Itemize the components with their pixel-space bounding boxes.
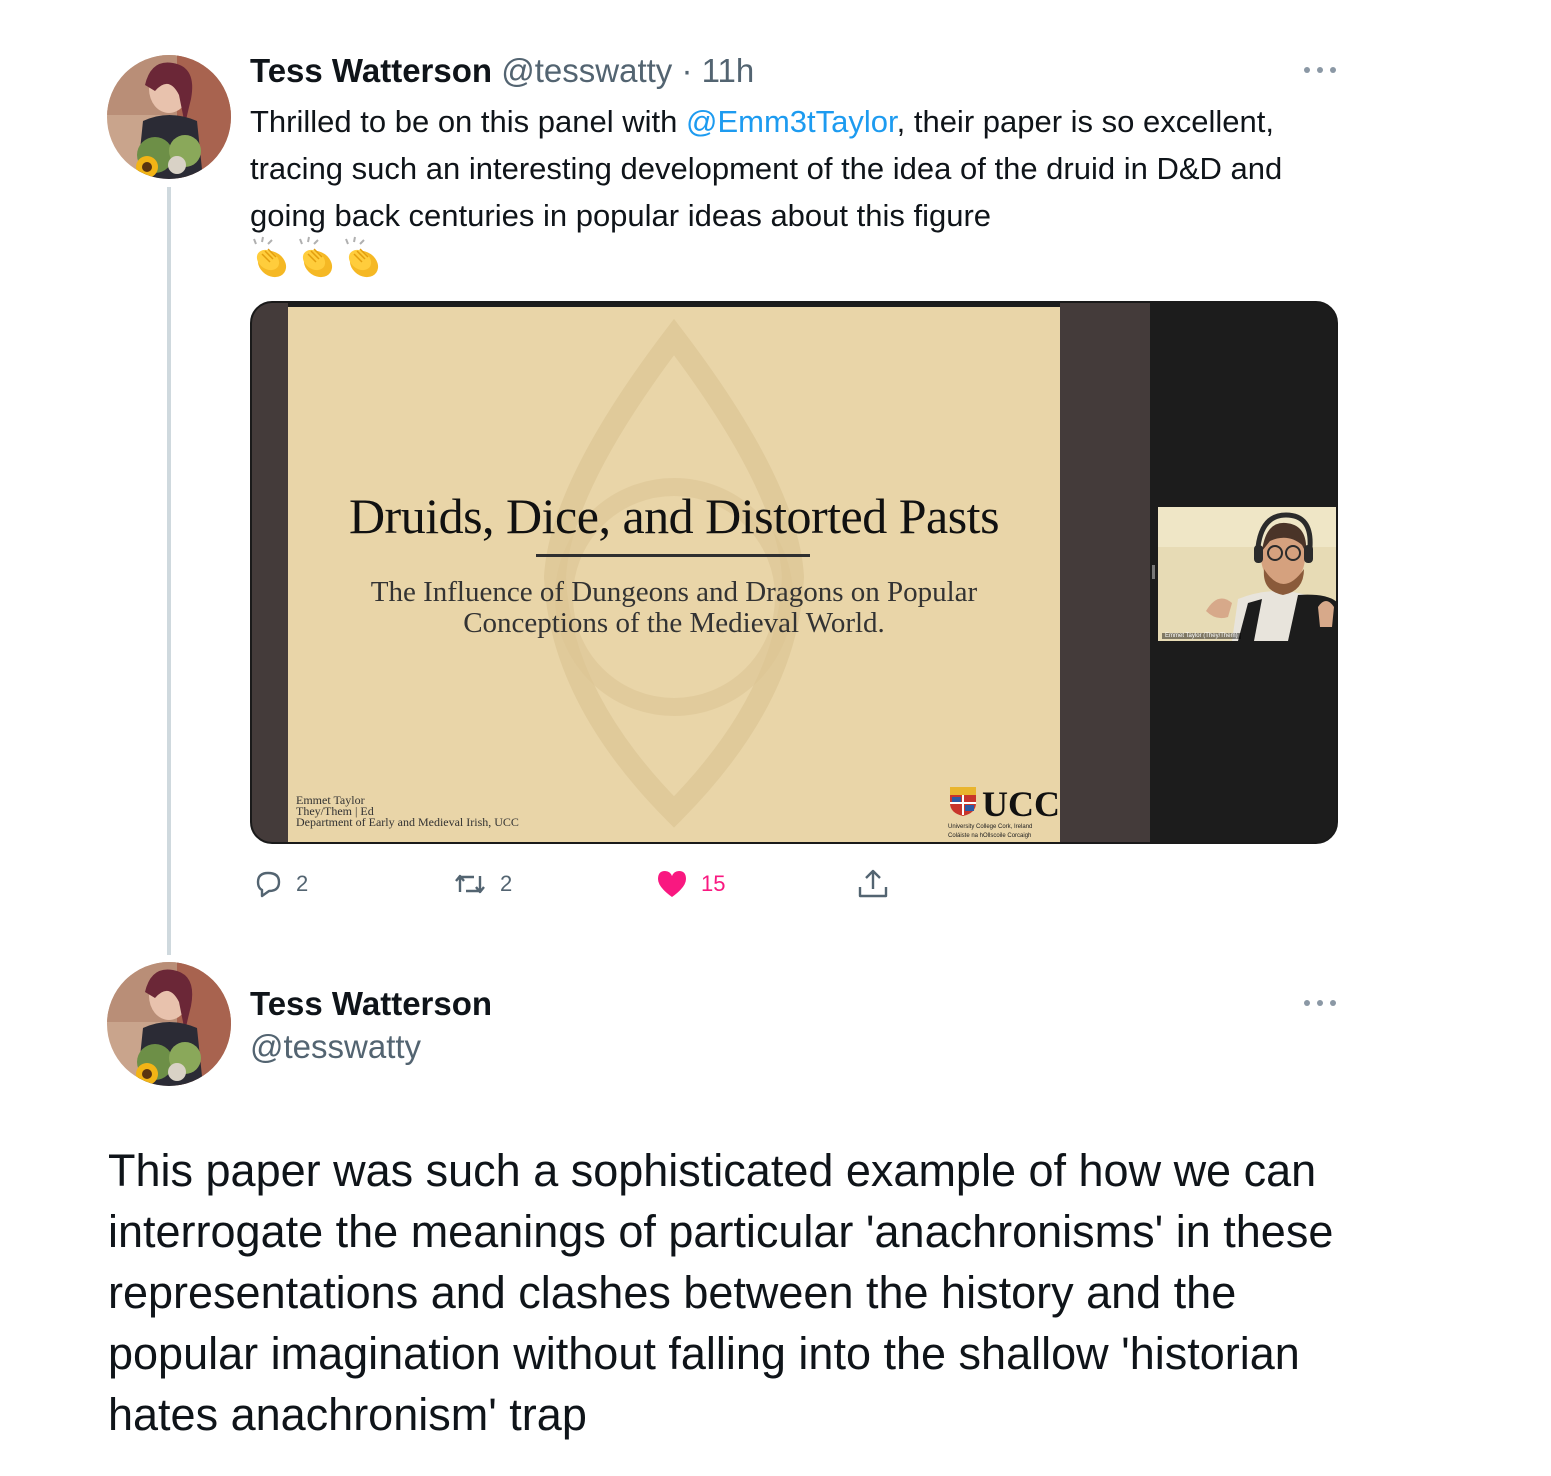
tweet-media-image[interactable]: Druids, Dice, and Distorted Pasts The In… — [250, 301, 1338, 844]
share-icon — [856, 867, 890, 901]
retweet-button[interactable]: 2 — [452, 866, 512, 902]
slide-divider — [536, 554, 810, 557]
crest-icon — [948, 785, 978, 822]
tweet-header: Tess Watterson @tesswatty · 11h — [250, 52, 754, 90]
screen-border — [252, 303, 288, 842]
tweet-timestamp[interactable]: 11h — [702, 52, 755, 89]
slide-subtitle: The Influence of Dungeons and Dragons on… — [370, 576, 978, 639]
like-count: 15 — [701, 871, 726, 896]
thread-connector-line — [167, 187, 171, 955]
ucc-logo: UCC University College Cork, Ireland Col… — [948, 783, 1060, 840]
mention-link[interactable]: @Emm3tTaylor — [686, 104, 897, 139]
author-name[interactable]: Tess Watterson — [250, 52, 492, 89]
tweet-text-part: Thrilled to be on this panel with — [250, 104, 686, 139]
author-handle[interactable]: @tesswatty — [250, 1028, 421, 1066]
video-participant-tile: Emmet Taylor (They/Them) — [1158, 507, 1336, 641]
panel-resize-handle — [1152, 565, 1155, 579]
more-options-icon[interactable] — [1300, 60, 1340, 80]
author-handle[interactable]: @tesswatty — [501, 52, 672, 89]
participant-video — [1158, 507, 1336, 641]
ucc-logo-text: UCC — [982, 783, 1060, 824]
retweet-count: 2 — [500, 871, 513, 896]
reply-count: 2 — [296, 871, 309, 896]
more-options-icon[interactable] — [1300, 993, 1340, 1013]
heart-icon — [655, 868, 689, 900]
clapping-hands-icon — [296, 236, 340, 280]
reply-button[interactable]: 2 — [252, 866, 308, 902]
avatar[interactable] — [107, 962, 231, 1086]
reply-icon — [252, 868, 284, 900]
presentation-slide: Druids, Dice, and Distorted Pasts The In… — [288, 307, 1060, 842]
slide-title: Druids, Dice, and Distorted Pasts — [348, 488, 1000, 544]
slide-author-info: Emmet Taylor They/Them | Ed Department o… — [296, 794, 519, 829]
clapping-hands-icon — [250, 236, 294, 280]
like-button[interactable]: 15 — [655, 866, 725, 902]
participant-name-label: Emmet Taylor (They/Them) — [1162, 633, 1241, 639]
emoji-row — [250, 236, 386, 280]
avatar[interactable] — [107, 55, 231, 179]
share-button[interactable] — [856, 866, 890, 902]
retweet-icon — [452, 868, 488, 900]
screen-border — [1060, 303, 1150, 842]
author-name[interactable]: Tess Watterson — [250, 985, 492, 1023]
ucc-logo-subtitle: University College Cork, Ireland — [948, 824, 1033, 830]
separator-dot: · — [681, 52, 693, 89]
ucc-logo-subtitle-irish: Coláiste na hOllscoile Corcaigh — [948, 833, 1032, 839]
tweet-text: This paper was such a sophisticated exam… — [108, 1145, 1334, 1440]
tweet-text: Thrilled to be on this panel with @Emm3t… — [250, 98, 1360, 239]
slide-author-department: Department of Early and Medieval Irish, … — [296, 815, 519, 829]
clapping-hands-icon — [342, 236, 386, 280]
